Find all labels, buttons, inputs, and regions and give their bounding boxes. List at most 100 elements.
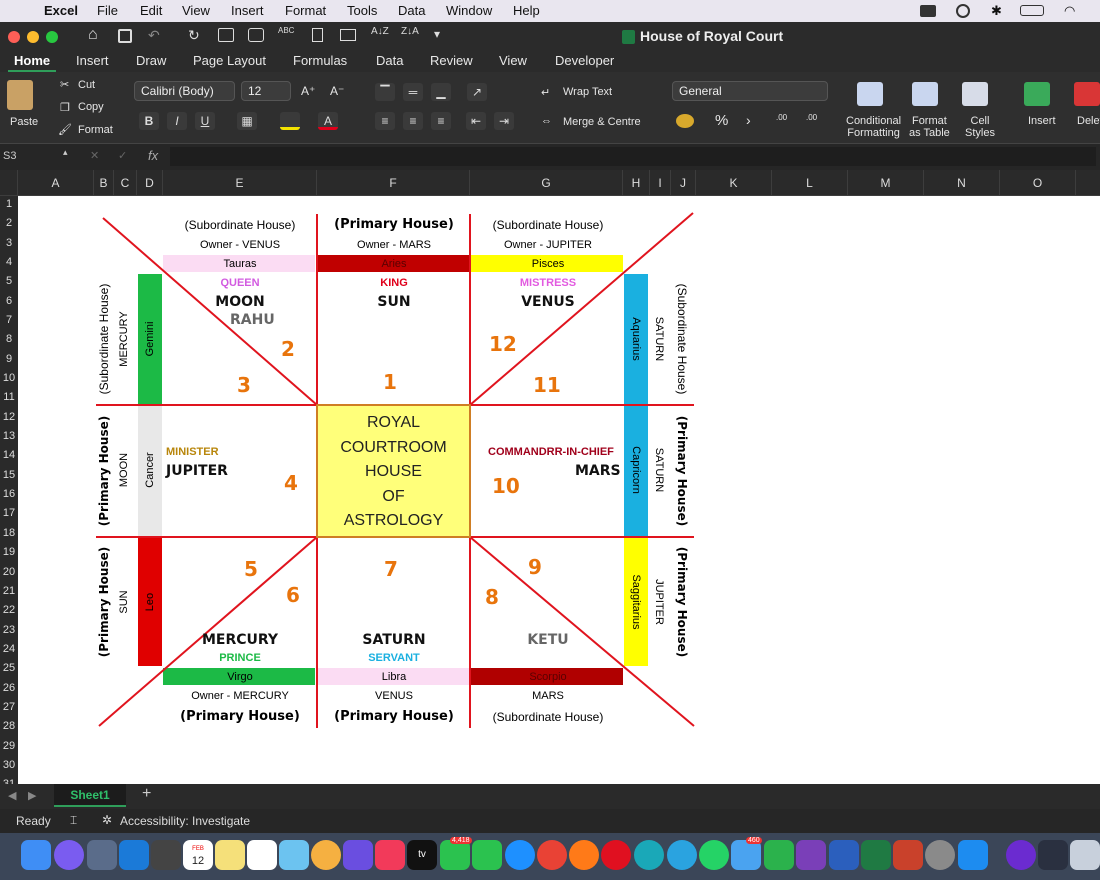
music-icon[interactable] [375,840,405,870]
row-header[interactable]: 25 [0,662,18,674]
row-header[interactable]: 8 [0,333,18,345]
accessibility-icon[interactable]: ✲ [102,813,112,827]
add-sheet-button[interactable]: + [142,785,151,803]
insert-cells-icon[interactable] [1024,82,1050,106]
delete-cells-label[interactable]: Delete [1077,115,1100,127]
mail-icon[interactable] [731,840,761,870]
percent-button[interactable]: % [715,112,728,129]
edge-icon[interactable] [634,840,664,870]
row-header[interactable]: 19 [0,546,18,558]
windows-app-icon[interactable] [119,840,149,870]
tab-developer[interactable]: Developer [555,53,614,68]
font-size-select[interactable]: 12 [241,81,291,101]
italic-button[interactable]: I [167,112,187,130]
save-icon[interactable] [118,29,132,43]
menu-edit[interactable]: Edit [140,3,162,18]
row-header[interactable]: 18 [0,527,18,539]
delete-cells-icon[interactable] [1074,82,1100,106]
battery-icon[interactable] [1020,5,1044,16]
cell-styles-icon[interactable] [962,82,988,106]
increase-decimal-button[interactable]: .00 [776,113,787,122]
orientation-button[interactable]: ↗ [467,83,487,101]
messages-icon[interactable] [440,840,470,870]
home-icon[interactable]: ⌂ [88,26,98,44]
align-bottom-button[interactable]: ▁ [431,83,451,101]
align-left-button[interactable]: ≡ [375,112,395,130]
font-name-select[interactable]: Calibri (Body) [134,81,235,101]
facetime-icon[interactable] [472,840,502,870]
align-center-button[interactable]: ≡ [403,112,423,130]
maps-icon[interactable] [279,840,309,870]
font-color-button[interactable]: A [318,112,338,130]
tab-formulas[interactable]: Formulas [293,53,347,68]
zoom-window-button[interactable] [46,31,58,43]
appletv-icon[interactable]: tv [407,840,437,870]
row-header[interactable]: 27 [0,701,18,713]
decrease-font-icon[interactable]: A⁻ [330,84,344,98]
siri-icon[interactable] [54,840,84,870]
menu-window[interactable]: Window [446,3,492,18]
system-settings-icon[interactable] [925,840,955,870]
copy-label[interactable]: Copy [78,101,104,113]
decrease-decimal-button[interactable]: .00 [806,113,817,122]
firefox-icon[interactable] [569,840,599,870]
menu-help[interactable]: Help [513,3,540,18]
conditional-formatting-icon[interactable] [857,82,883,106]
col-header[interactable]: M [848,170,924,196]
col-header[interactable]: H [623,170,650,196]
bluetooth-icon[interactable]: ✱ [991,3,1002,19]
row-header[interactable]: 28 [0,720,18,732]
finder-icon[interactable] [21,840,51,870]
spelling-icon[interactable]: ABC [278,26,294,35]
row-header[interactable]: 2 [0,217,18,229]
notes-icon[interactable] [215,840,245,870]
menu-file[interactable]: File [97,3,118,18]
row-header[interactable]: 26 [0,682,18,694]
screen-icon[interactable] [920,5,936,17]
chrome-icon[interactable] [537,840,567,870]
row-header[interactable]: 23 [0,624,18,636]
menu-view[interactable]: View [182,3,210,18]
tab-insert[interactable]: Insert [76,53,109,68]
format-painter-icon[interactable]: 🖌 [58,123,72,136]
row-header[interactable]: 16 [0,488,18,500]
cut-icon[interactable]: ✂ [60,78,69,91]
row-header[interactable]: 17 [0,507,18,519]
row-header[interactable]: 20 [0,566,18,578]
sheet-grid[interactable]: (Subordinate House) (Primary House) (Sub… [18,196,1100,784]
row-header[interactable]: 15 [0,469,18,481]
macro-record-icon[interactable]: ⌶ [70,813,77,828]
tab-data[interactable]: Data [376,53,403,68]
row-header[interactable]: 10 [0,372,18,384]
redo-icon[interactable]: ↻ [188,27,200,44]
whatsapp-icon[interactable] [699,840,729,870]
merge-centre-button[interactable]: Merge & Centre [563,116,641,128]
row-header[interactable]: 9 [0,353,18,365]
comma-button[interactable]: › [746,112,751,128]
edit-icon[interactable] [218,28,234,42]
wrap-text-button[interactable]: Wrap Text [563,86,612,98]
row-header[interactable]: 3 [0,237,18,249]
sort-desc-icon[interactable]: Z↓A [401,26,419,37]
tab-home[interactable]: Home [14,53,50,68]
close-window-button[interactable] [8,31,20,43]
tab-review[interactable]: Review [430,53,473,68]
name-box[interactable]: S3 [3,150,16,162]
new-doc-icon[interactable] [312,28,323,42]
scroll-tabs-left-icon[interactable]: ◀ [8,789,16,802]
insert-cells-label[interactable]: Insert [1028,115,1056,127]
select-all-corner[interactable] [0,170,18,196]
podcast-app-icon[interactable] [1006,840,1036,870]
align-top-button[interactable]: ▔ [375,83,395,101]
row-header[interactable]: 1 [0,198,18,210]
col-header[interactable]: I [650,170,671,196]
menu-insert[interactable]: Insert [231,3,264,18]
wifi-icon[interactable]: ◠ [1064,3,1075,19]
excel-icon[interactable] [861,840,891,870]
paste-label[interactable]: Paste [10,116,38,128]
menu-data[interactable]: Data [398,3,425,18]
col-header[interactable]: N [924,170,1000,196]
reminders-icon[interactable] [247,840,277,870]
undo-icon[interactable]: ↶ [148,27,160,44]
powerpoint-icon[interactable] [893,840,923,870]
